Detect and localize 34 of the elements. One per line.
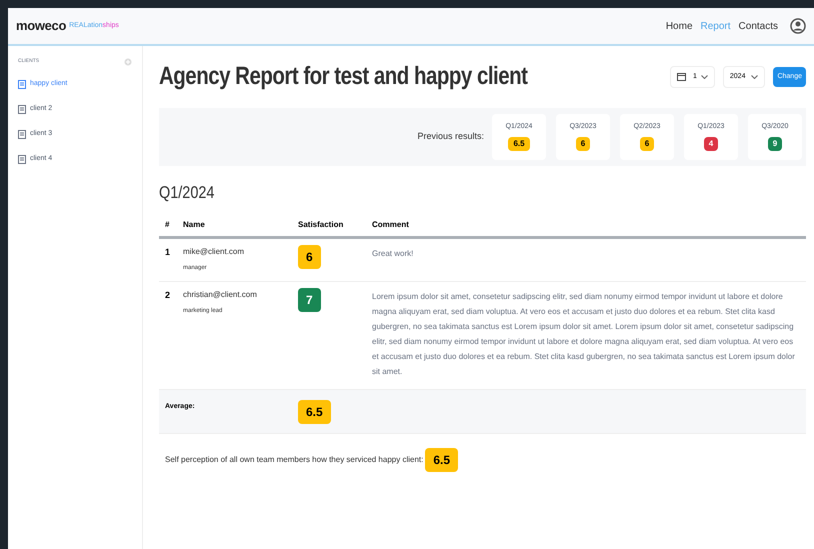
score-badge: 6 — [298, 244, 321, 268]
score-badge: 6 — [576, 136, 590, 151]
document-icon — [18, 155, 26, 164]
column-header: # — [159, 215, 177, 237]
column-header: Comment — [366, 215, 806, 237]
previous-results-label: Previous results: — [417, 130, 484, 143]
score-badge: 9 — [768, 136, 782, 151]
column-header: Name — [177, 215, 292, 237]
comment-text: Great work! — [366, 237, 806, 281]
self-perception-text: Self perception of all own team members how they serviced happy client: — [165, 454, 424, 466]
score-badge: 6 — [640, 136, 654, 151]
caret-icon — [751, 74, 758, 79]
logo: moweco — [16, 17, 66, 36]
calendar-icon — [676, 72, 686, 82]
page-title: Agency Report for test and happy client — [159, 61, 529, 92]
row-number: 2 — [159, 281, 177, 389]
user-avatar-icon[interactable] — [790, 18, 806, 34]
document-icon — [18, 130, 26, 139]
caret-icon — [700, 74, 708, 79]
client-email: mike@client.com — [183, 246, 246, 258]
score-badge: 4 — [704, 136, 718, 151]
column-header: Satisfaction — [292, 215, 366, 237]
nav-link[interactable]: Contacts — [738, 18, 778, 34]
document-icon — [18, 80, 26, 89]
score-badge: 6.5 — [298, 400, 331, 424]
client-email: christian@client.com — [183, 288, 258, 300]
comment-text: Lorem ipsum dolor sit amet, consetetur sadipscing elitr, sed diam nonumy eirmod tempor invidunt ut labore et dolore magna aliquyam erat, sed diam voluptua. At vero eos et accusam et justo duo dolores et ea rebum. Stet clita kasd gubergren, no sea takimata sanctus est Lorem ipsum dolor sit amet. Lorem ipsum dolor sit amet, consetetur sadipscing elitr, sed diam nonumy eirmod tempor invidunt ut labore et dolore magna aliquyam erat, sed diam voluptua. At vero eos et accusam et justo duo dolores et ea rebum. Stet clita kasd gubergren, no sea takimata sanctus est Lorem ipsum dolor sit amet. — [366, 281, 806, 389]
score-badge: 6.5 — [425, 448, 458, 472]
section-heading: Q1/2024 — [159, 182, 216, 204]
row-number: 1 — [159, 237, 177, 281]
score-badge: 6.5 — [508, 136, 530, 151]
score-badge: 7 — [298, 288, 321, 312]
document-icon — [18, 105, 26, 114]
nav-link[interactable]: Home — [666, 18, 693, 34]
